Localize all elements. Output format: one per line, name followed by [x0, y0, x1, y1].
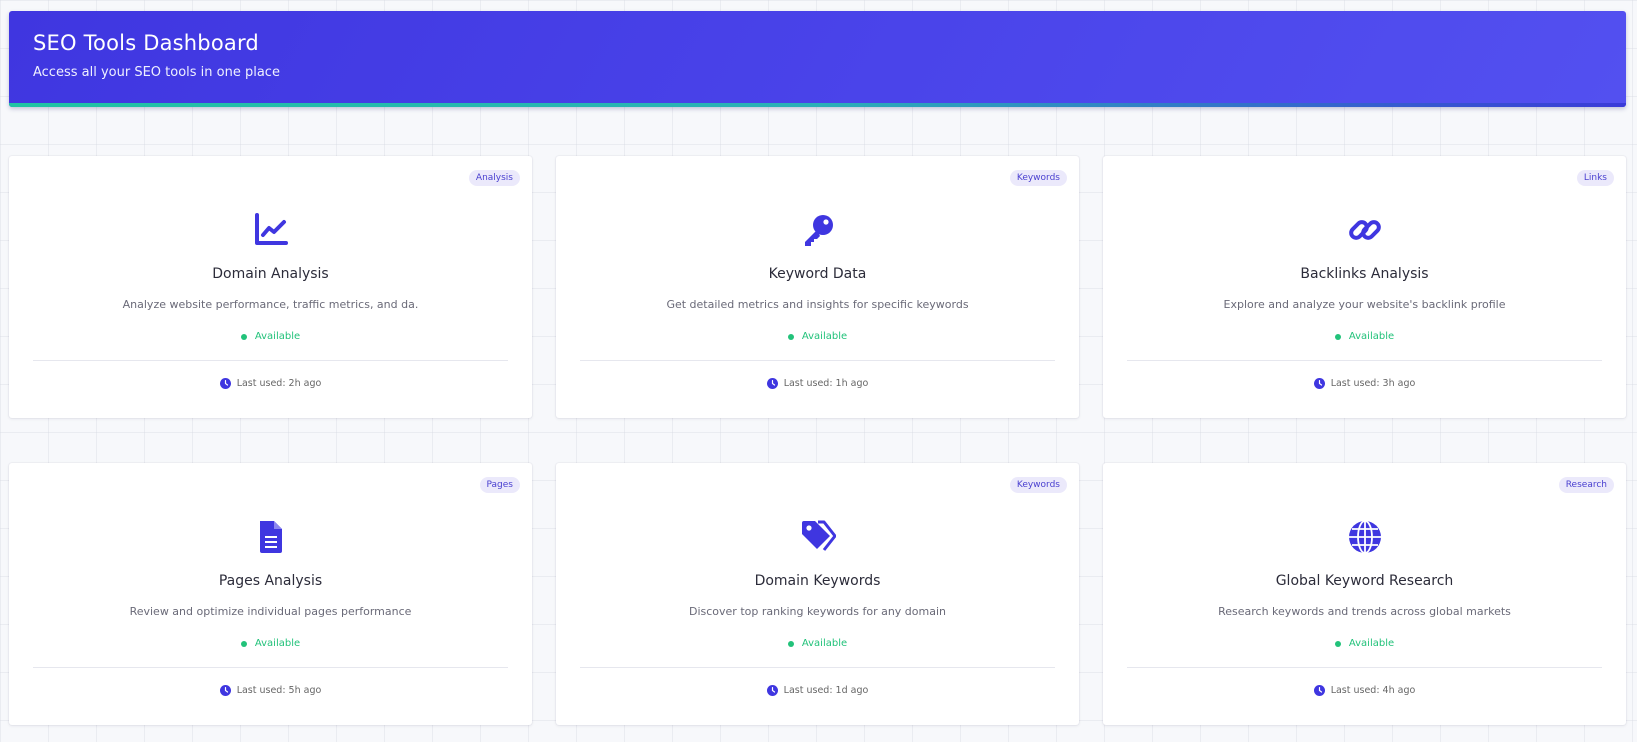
tool-title: Keyword Data — [768, 266, 867, 282]
status-label: Available — [254, 638, 301, 649]
tool-card-domain-keywords[interactable]: Keywords Domain Keywords Discover top ra… — [556, 463, 1079, 725]
status-label: Available — [801, 331, 848, 342]
status-badge: Available — [9, 331, 532, 342]
status-dot-icon — [787, 640, 794, 647]
page-subtitle: Access all your SEO tools in one place — [33, 65, 280, 80]
tool-title: Domain Analysis — [212, 266, 329, 282]
clock-icon — [219, 378, 231, 389]
last-used: Last used: 1d ago — [556, 685, 1079, 696]
tool-description: Explore and analyze your website's backl… — [1223, 298, 1506, 311]
tool-title: Global Keyword Research — [1275, 573, 1454, 589]
category-badge: Keywords — [1009, 477, 1067, 493]
globe-icon — [1347, 519, 1383, 555]
divider — [33, 667, 508, 668]
tool-card-domain-analysis[interactable]: Analysis Domain Analysis Analyze website… — [9, 156, 532, 418]
tool-card-global-keyword-research[interactable]: Research Global Keyword Research Researc… — [1103, 463, 1626, 725]
clock-icon — [219, 685, 231, 696]
last-used-label: Last used: 1d ago — [783, 685, 869, 696]
category-badge: Pages — [479, 477, 520, 493]
last-used: Last used: 5h ago — [9, 685, 532, 696]
page-title: SEO Tools Dashboard — [33, 31, 259, 55]
tool-card-pages-analysis[interactable]: Pages Pages Analysis Review and optimize… — [9, 463, 532, 725]
dashboard-header: SEO Tools Dashboard Access all your SEO … — [9, 11, 1626, 107]
key-icon — [800, 212, 836, 248]
status-badge: Available — [9, 638, 532, 649]
status-badge: Available — [556, 331, 1079, 342]
tool-description: Discover top ranking keywords for any do… — [688, 605, 947, 618]
link-icon — [1347, 212, 1383, 248]
category-badge: Research — [1558, 477, 1614, 493]
tool-title: Backlinks Analysis — [1300, 266, 1429, 282]
tool-title: Pages Analysis — [218, 573, 323, 589]
tool-description: Review and optimize individual pages per… — [129, 605, 412, 618]
status-label: Available — [1348, 638, 1395, 649]
status-dot-icon — [787, 333, 794, 340]
tool-description: Get detailed metrics and insights for sp… — [666, 298, 969, 311]
status-label: Available — [254, 331, 301, 342]
last-used-label: Last used: 3h ago — [1330, 378, 1416, 389]
last-used: Last used: 4h ago — [1103, 685, 1626, 696]
last-used-label: Last used: 5h ago — [236, 685, 322, 696]
category-badge: Analysis — [468, 170, 520, 186]
tool-card-keyword-data[interactable]: Keywords Keyword Data Get detailed metri… — [556, 156, 1079, 418]
last-used: Last used: 3h ago — [1103, 378, 1626, 389]
tool-title: Domain Keywords — [754, 573, 881, 589]
status-label: Available — [1348, 331, 1395, 342]
status-badge: Available — [1103, 638, 1626, 649]
divider — [580, 360, 1055, 361]
last-used-label: Last used: 1h ago — [783, 378, 869, 389]
last-used-label: Last used: 4h ago — [1330, 685, 1416, 696]
status-label: Available — [801, 638, 848, 649]
clock-icon — [1313, 378, 1325, 389]
category-badge: Keywords — [1009, 170, 1067, 186]
tool-description: Research keywords and trends across glob… — [1218, 605, 1511, 618]
clock-icon — [1313, 685, 1325, 696]
tool-description: Analyze website performance, traffic met… — [122, 298, 419, 311]
status-dot-icon — [1334, 333, 1341, 340]
clock-icon — [766, 685, 778, 696]
tool-card-backlinks-analysis[interactable]: Links Backlinks Analysis Explore and ana… — [1103, 156, 1626, 418]
tools-grid: Analysis Domain Analysis Analyze website… — [9, 156, 1626, 725]
status-badge: Available — [1103, 331, 1626, 342]
status-dot-icon — [240, 333, 247, 340]
file-icon — [253, 519, 289, 555]
chart-line-icon — [253, 212, 289, 248]
category-badge: Links — [1576, 170, 1614, 186]
status-dot-icon — [1334, 640, 1341, 647]
divider — [580, 667, 1055, 668]
last-used: Last used: 2h ago — [9, 378, 532, 389]
status-badge: Available — [556, 638, 1079, 649]
clock-icon — [766, 378, 778, 389]
divider — [1127, 360, 1602, 361]
status-dot-icon — [240, 640, 247, 647]
divider — [1127, 667, 1602, 668]
last-used: Last used: 1h ago — [556, 378, 1079, 389]
tags-icon — [800, 519, 836, 555]
divider — [33, 360, 508, 361]
last-used-label: Last used: 2h ago — [236, 378, 322, 389]
